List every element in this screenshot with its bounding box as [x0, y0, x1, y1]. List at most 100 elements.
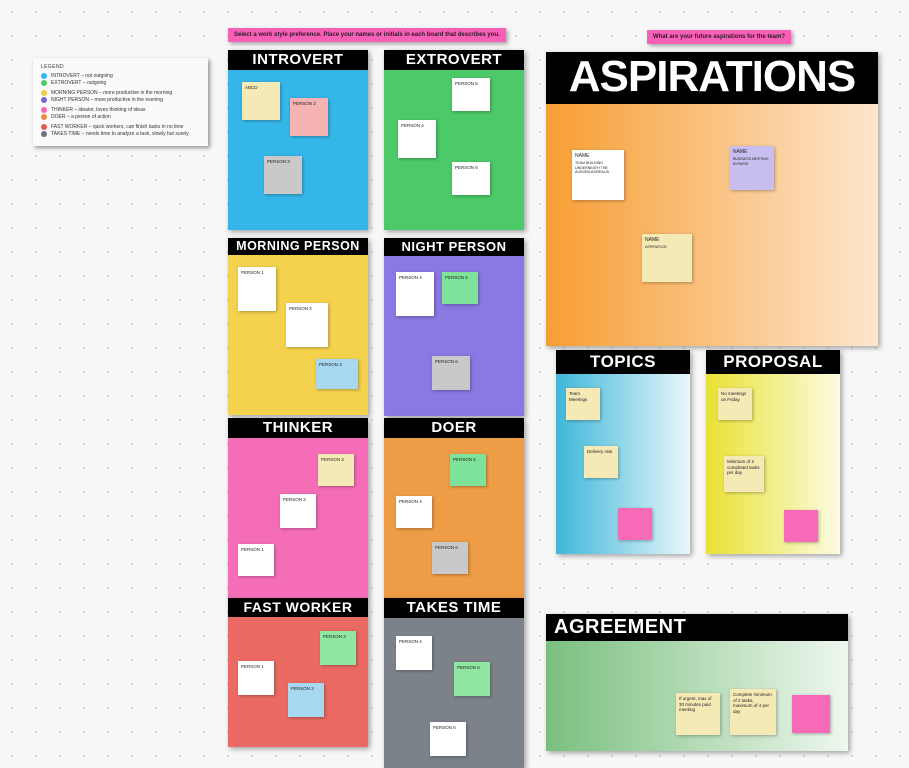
sticky-note[interactable]: PERSON 4: [396, 272, 434, 316]
board-title: FAST WORKER: [228, 598, 368, 617]
board-body[interactable]: PERSON 3PERSON 2 PERSON 1: [228, 438, 368, 598]
sticky-note[interactable]: PERSON 3: [316, 359, 358, 389]
sticky-note[interactable]: PERSON 1: [238, 544, 274, 576]
sticky-note[interactable]: PERSON 3: [320, 631, 356, 665]
sticky-text: PERSON 1: [241, 664, 264, 669]
sticky-note[interactable]: PERSON 2: [290, 98, 328, 136]
sticky-text: PERSON 6: [435, 545, 458, 550]
sticky-text: PERSON 2: [293, 101, 316, 106]
sticky-note[interactable]: PERSON 6: [452, 162, 490, 195]
board-body[interactable]: PERSON 5 PERSON 4 PERSON 6: [384, 70, 524, 230]
sticky-note[interactable]: Complete minimum of 2 tasks, maximum of …: [730, 689, 776, 735]
sticky-note[interactable]: PERSON 1: [238, 267, 276, 311]
sticky-note[interactable]: [792, 695, 830, 733]
board-body[interactable]: PERSON 3 PERSON 1 PERSON 2: [228, 617, 368, 747]
legend-row: DOER – a person of action: [41, 114, 200, 120]
board-aspirations[interactable]: ASPIRATIONS NAMETEAM BUILDING UNDERNEATH…: [546, 52, 878, 346]
banner-workstyle: Select a work style preference. Place yo…: [228, 28, 506, 42]
sticky-text: Delivery rate: [587, 449, 612, 454]
sticky-note[interactable]: [784, 510, 818, 542]
sticky-text: PERSON 5: [457, 665, 480, 670]
sticky-text: If urgent, max of 30 minutes paid meetin…: [679, 696, 712, 712]
board-introvert[interactable]: INTROVERT ABCD PERSON 2 PERSON 3: [228, 50, 368, 230]
banner-aspirations: What are your future aspirations for the…: [647, 30, 791, 44]
legend-row: MORNING PERSON – more productive in the …: [41, 90, 200, 96]
board-doer[interactable]: DOER PERSON 5 PERSON 4 PERSON 6: [384, 418, 524, 598]
sticky-note[interactable]: NAMEASPIRATION: [642, 234, 692, 282]
board-fast-worker[interactable]: FAST WORKER PERSON 3 PERSON 1 PERSON 2: [228, 598, 368, 747]
legend-row: TAKES TIME – needs time to analyze a tas…: [41, 131, 200, 137]
board-body[interactable]: PERSON 4 PERSON 5 PERSON 6: [384, 618, 524, 768]
board-title: INTROVERT: [228, 50, 368, 70]
sticky-text: PERSON 6: [433, 725, 456, 730]
sticky-note[interactable]: NAME BUSINESS MEETING IN PARIS: [730, 146, 774, 190]
sticky-note[interactable]: Delivery rate: [584, 446, 618, 478]
sticky-note[interactable]: PERSON 6: [430, 722, 466, 756]
sticky-note[interactable]: PERSON 6: [432, 356, 470, 390]
board-title: AGREEMENT: [546, 614, 848, 641]
sticky-note[interactable]: PERSON 3: [264, 156, 302, 194]
legend-title: LEGEND: [41, 64, 200, 70]
board-body[interactable]: No meetings on Friday Minimum of 2 comple…: [706, 374, 840, 554]
legend-row: INTROVERT – not outgoing: [41, 73, 200, 79]
sticky-note[interactable]: PERSON 2: [288, 683, 324, 717]
sticky-text: PERSON 1: [241, 547, 264, 552]
board-morning[interactable]: MORNING PERSON PERSON 1 PERSON 2 PERSON 3: [228, 238, 368, 415]
board-agreement[interactable]: AGREEMENT If urgent, max of 30 minutes p…: [546, 614, 848, 751]
board-body[interactable]: NAMETEAM BUILDING UNDERNEATH THE AURORA …: [546, 104, 878, 346]
sticky-note[interactable]: PERSON 4: [396, 636, 432, 670]
sticky-note[interactable]: No meetings on Friday: [718, 388, 752, 420]
sticky-note[interactable]: PERSON 2: [280, 494, 316, 528]
legend-card: LEGEND INTROVERT – not outgoing EXTROVER…: [33, 58, 208, 146]
dot-icon: [41, 97, 47, 103]
sticky-text: PERSON 6: [455, 165, 478, 170]
sticky-text: ABCD: [245, 85, 258, 90]
board-thinker[interactable]: THINKER PERSON 3PERSON 2 PERSON 1: [228, 418, 368, 598]
sticky-note[interactable]: NAMETEAM BUILDING UNDERNEATH THE AURORA …: [572, 150, 624, 200]
board-body[interactable]: PERSON 1 PERSON 2 PERSON 3: [228, 255, 368, 415]
board-night[interactable]: NIGHT PERSON PERSON 4PERSON 5PERSON 6: [384, 238, 524, 416]
sticky-note[interactable]: PERSON 3: [318, 454, 354, 486]
sticky-note[interactable]: PERSON 5: [454, 662, 490, 696]
sticky-note[interactable]: If urgent, max of 30 minutes paid meetin…: [676, 693, 720, 735]
board-title: ASPIRATIONS: [546, 52, 878, 104]
board-body[interactable]: PERSON 5 PERSON 4 PERSON 6: [384, 438, 524, 598]
board-extrovert[interactable]: EXTROVERT PERSON 5PERSON 4PERSON 6: [384, 50, 524, 230]
legend-row: FAST WORKER – quick workers, can finish …: [41, 124, 200, 130]
sticky-note[interactable]: ABCD: [242, 82, 280, 120]
sticky-note[interactable]: PERSON 2: [286, 303, 328, 347]
sticky-note[interactable]: PERSON 4: [398, 120, 436, 158]
sticky-note[interactable]: PERSON 1: [238, 661, 274, 695]
sticky-text: PERSON 3: [319, 362, 342, 367]
board-body[interactable]: ABCD PERSON 2 PERSON 3: [228, 70, 368, 230]
dot-icon: [41, 80, 47, 86]
legend-row: THINKER – ideator, loves thinking of ide…: [41, 107, 200, 113]
board-proposal[interactable]: PROPOSAL No meetings on Friday Minimum of…: [706, 350, 840, 554]
dot-icon: [41, 73, 47, 79]
sticky-note[interactable]: PERSON 5: [442, 272, 478, 304]
board-takes-time[interactable]: TAKES TIME PERSON 4 PERSON 5 PERSON 6: [384, 598, 524, 768]
board-title: THINKER: [228, 418, 368, 438]
board-body[interactable]: PERSON 4PERSON 5 PERSON 6: [384, 256, 524, 416]
board-body[interactable]: Team Meetings Delivery rate: [556, 374, 690, 554]
sticky-note[interactable]: PERSON 4: [396, 496, 432, 528]
sticky-note[interactable]: PERSON 5: [452, 78, 490, 111]
legend-row: NIGHT PERSON – more productive in the ev…: [41, 97, 200, 103]
board-title: TAKES TIME: [384, 598, 524, 618]
dot-icon: [41, 90, 47, 96]
board-topics[interactable]: TOPICS Team Meetings Delivery rate: [556, 350, 690, 554]
board-body[interactable]: If urgent, max of 30 minutes paid meetin…: [546, 641, 848, 751]
board-title: MORNING PERSON: [228, 238, 368, 255]
sticky-note[interactable]: Minimum of 2 completed tasks per day: [724, 456, 764, 492]
sticky-text: BUSINESS MEETING IN PARIS: [733, 157, 771, 166]
sticky-text: PERSON 6: [435, 359, 458, 364]
board-title: PROPOSAL: [706, 350, 840, 374]
sticky-text: Minimum of 2 completed tasks per day: [727, 459, 760, 475]
sticky-note[interactable]: [618, 508, 652, 540]
sticky-note[interactable]: PERSON 5: [450, 454, 486, 486]
sticky-note[interactable]: PERSON 6: [432, 542, 468, 574]
board-title: DOER: [384, 418, 524, 438]
sticky-name: NAME: [733, 149, 771, 155]
board-title: TOPICS: [556, 350, 690, 374]
sticky-note[interactable]: Team Meetings: [566, 388, 600, 420]
